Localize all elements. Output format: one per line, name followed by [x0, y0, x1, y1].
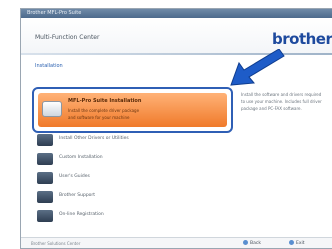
- highlight-label: MFL-Pro Suite Installation: [68, 98, 142, 104]
- support-icon: [37, 191, 53, 203]
- menu-item-custom-install[interactable]: Custom Installation: [37, 152, 197, 166]
- arrow-pointer-icon: [230, 49, 285, 86]
- back-button-label: Back: [250, 241, 261, 246]
- header-title: Multi-Function Center: [35, 34, 100, 41]
- menu-item-users-guides[interactable]: User's Guides: [37, 171, 197, 185]
- registration-icon: [37, 210, 53, 222]
- highlight-subtext-2: and software for your machine: [68, 115, 130, 120]
- guide-book-icon: [37, 172, 53, 184]
- menu-item-label: Brother Support: [59, 193, 96, 198]
- install-cd-icon: [42, 101, 62, 117]
- drivers-icon: [37, 134, 53, 146]
- menu-item-label: Custom Installation: [59, 155, 103, 160]
- menu-item-support[interactable]: Brother Support: [37, 190, 197, 204]
- custom-install-icon: [37, 153, 53, 165]
- exit-button[interactable]: Exit: [289, 240, 305, 248]
- highlight-subtext-1: Install the complete driver package: [68, 108, 140, 113]
- mfl-pro-suite-install-button[interactable]: MFL-Pro Suite Installation Install the c…: [32, 87, 233, 133]
- menu-item-other-drivers[interactable]: Install Other Drivers or Utilities: [37, 133, 197, 147]
- back-button[interactable]: Back: [243, 240, 261, 248]
- section-heading: Installation: [35, 63, 63, 69]
- window-title: Brother MFL-Pro Suite: [27, 10, 82, 16]
- title-bar: Brother MFL-Pro Suite: [21, 9, 332, 18]
- installer-window: Brother MFL-Pro Suite Multi-Function Cen…: [20, 8, 332, 249]
- menu-item-label: User's Guides: [59, 174, 90, 179]
- back-arrow-icon: [243, 240, 248, 245]
- footer-bar: Brother Solutions Center Back Exit: [21, 237, 332, 248]
- menu-item-label: On-line Registration: [59, 212, 104, 217]
- item-description: Install the software and drivers require…: [241, 92, 322, 111]
- exit-icon: [289, 240, 294, 245]
- menu-item-registration[interactable]: On-line Registration: [37, 209, 197, 223]
- brand-logo: brother: [272, 30, 332, 48]
- menu-item-label: Install Other Drivers or Utilities: [59, 136, 129, 141]
- exit-button-label: Exit: [296, 241, 305, 246]
- highlight-background: MFL-Pro Suite Installation Install the c…: [38, 93, 227, 127]
- footer-link[interactable]: Brother Solutions Center: [31, 241, 80, 246]
